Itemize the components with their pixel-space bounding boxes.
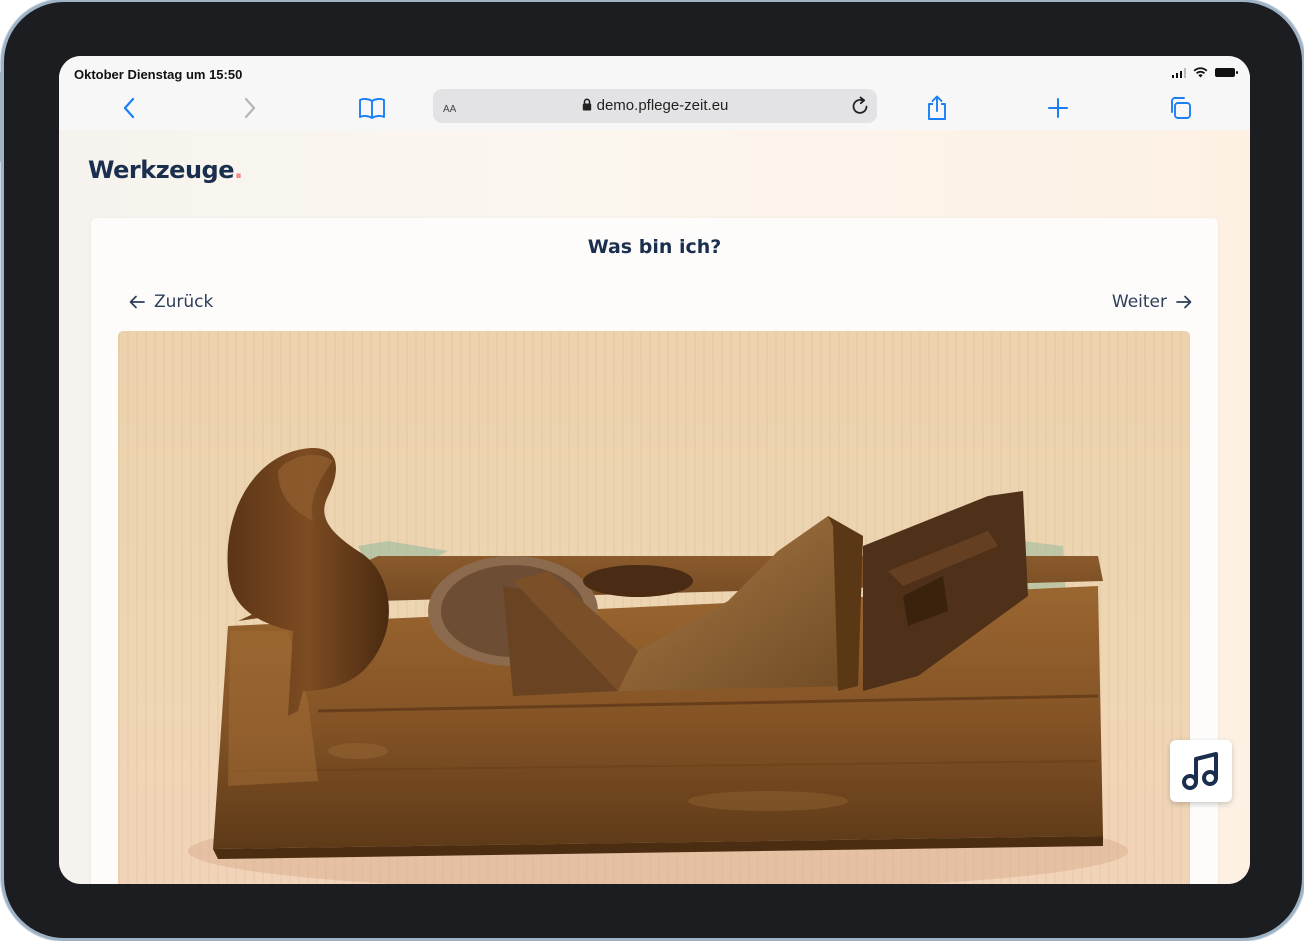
bookmarks-icon[interactable]: [357, 93, 387, 123]
quiz-card: Was bin ich? Zurück Weiter: [91, 218, 1218, 884]
share-icon[interactable]: [922, 93, 952, 123]
back-icon[interactable]: [114, 93, 144, 123]
side-button: [0, 72, 3, 162]
status-icons: [1171, 67, 1238, 78]
music-button[interactable]: [1170, 740, 1232, 802]
browser-toolbar: AA demo.pflege-zeit.eu: [59, 88, 1250, 130]
next-label: Weiter: [1111, 292, 1167, 312]
brand-dot: .: [233, 156, 243, 184]
reload-icon[interactable]: [849, 95, 871, 122]
wood-plane-illustration: [188, 448, 1128, 884]
arrow-left-icon: [129, 295, 145, 309]
lock-icon: [582, 98, 591, 111]
web-page: Werkzeuge. Was bin ich? Zurück Weiter: [59, 130, 1250, 884]
quiz-image: [118, 331, 1190, 884]
back-label: Zurück: [154, 292, 214, 312]
address-bar[interactable]: AA demo.pflege-zeit.eu: [433, 89, 877, 123]
url-text: demo.pflege-zeit.eu: [596, 97, 729, 114]
brand-title[interactable]: Werkzeuge.: [88, 156, 243, 184]
next-link[interactable]: Weiter: [1112, 292, 1192, 312]
screen: Oktober Dienstag um 15:50 AA demo.pflege…: [59, 56, 1250, 884]
music-note-icon: [1182, 752, 1218, 790]
plus-icon[interactable]: [1043, 93, 1073, 123]
arrow-right-icon: [1176, 295, 1192, 309]
status-bar: Oktober Dienstag um 15:50: [59, 56, 1250, 88]
status-time: Oktober Dienstag um 15:50: [74, 67, 243, 82]
url-display[interactable]: demo.pflege-zeit.eu: [433, 97, 877, 114]
tabs-icon[interactable]: [1165, 93, 1195, 123]
battery-icon: [1215, 68, 1238, 77]
cellular-signal-icon: [1171, 67, 1186, 78]
wifi-icon: [1193, 67, 1208, 78]
quiz-title: Was bin ich?: [587, 236, 722, 258]
forward-icon[interactable]: [235, 93, 265, 123]
back-link[interactable]: Zurück: [129, 292, 213, 312]
